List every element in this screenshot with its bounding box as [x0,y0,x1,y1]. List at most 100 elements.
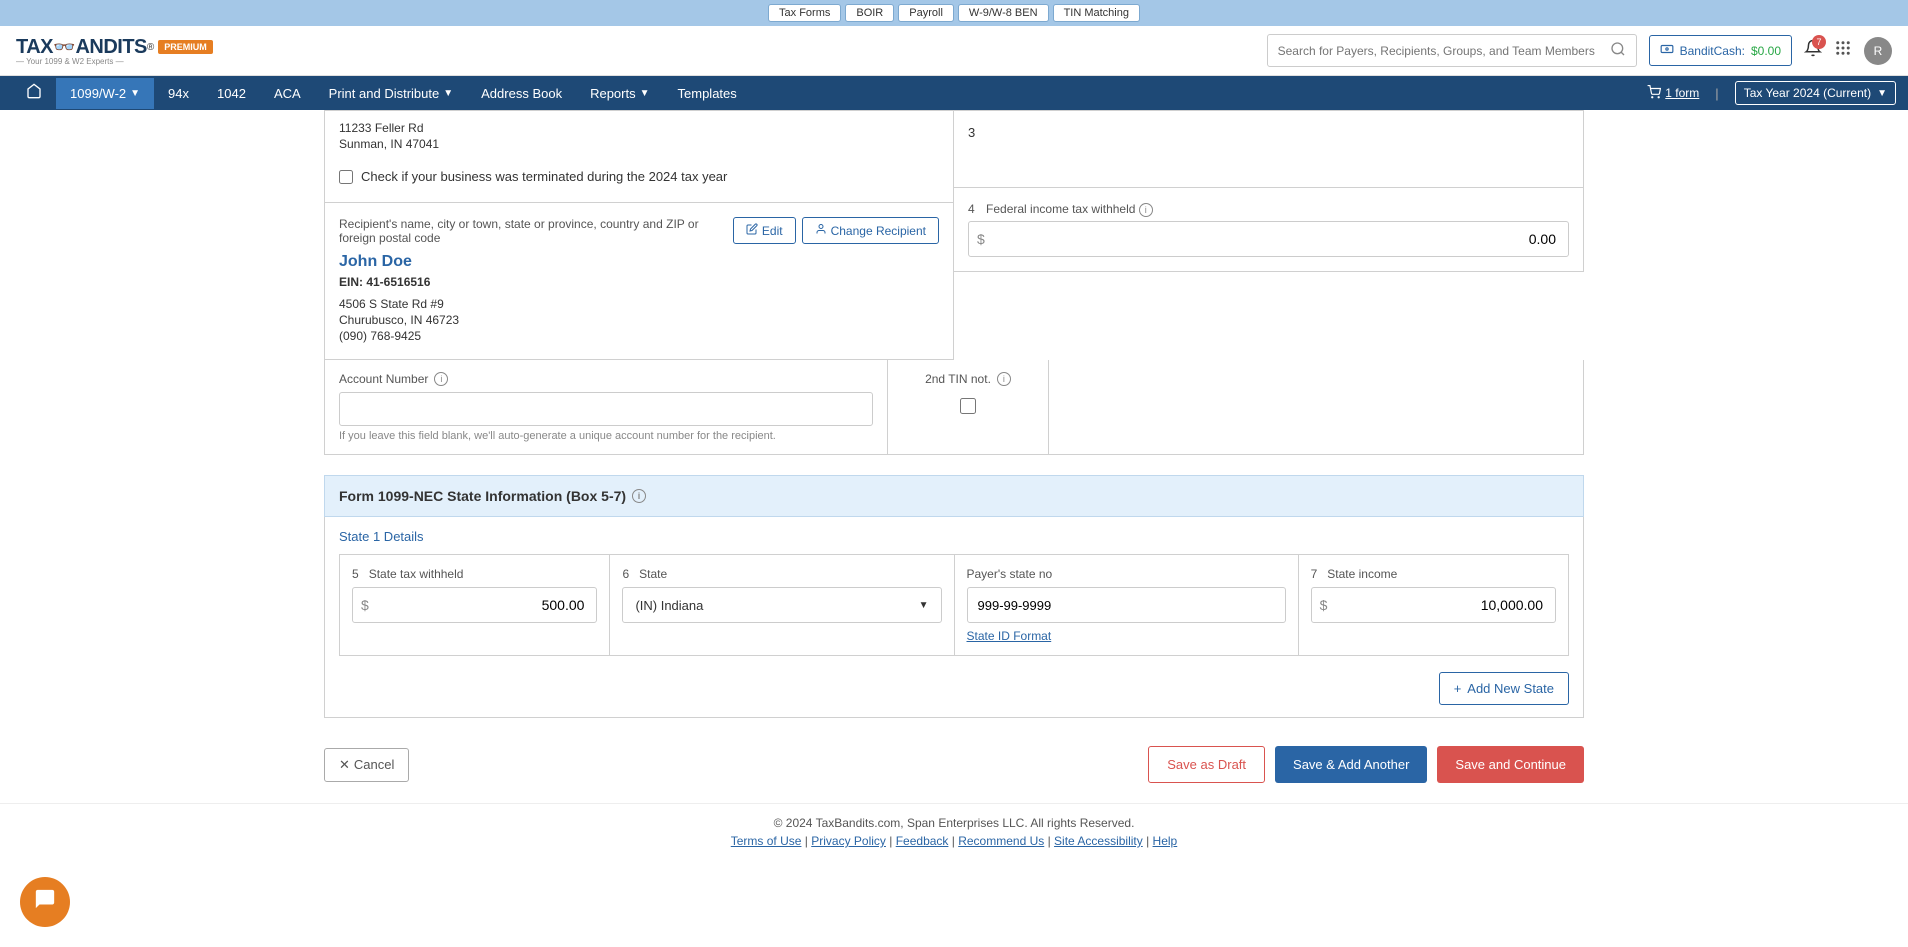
tax-year-select[interactable]: Tax Year 2024 (Current) ▼ [1735,81,1896,105]
footer-link-help[interactable]: Help [1153,834,1178,848]
logo-tagline: — Your 1099 & W2 Experts — [16,57,213,66]
add-state-button[interactable]: + Add New State [1439,672,1569,705]
nav-templates[interactable]: Templates [664,78,751,109]
box-3-num: 3 [968,125,975,140]
nav-1099-w2[interactable]: 1099/W-2 ▼ [56,78,154,109]
footer-link-recommend[interactable]: Recommend Us [958,834,1044,848]
info-icon[interactable]: i [632,489,646,503]
payer-address1: 11233 Feller Rd [339,121,939,135]
box-4: 4 Federal income tax withheld i $ [954,188,1584,272]
state-select[interactable]: (IN) Indiana ▼ [622,587,941,623]
payer-info: 11233 Feller Rd Sunman, IN 47041 Check i… [324,110,954,203]
footer-link-privacy[interactable]: Privacy Policy [811,834,886,848]
bandit-cash-button[interactable]: BanditCash: $0.00 [1649,35,1792,66]
home-icon [26,83,42,104]
change-recipient-button[interactable]: Change Recipient [802,217,939,244]
apps-icon[interactable] [1834,39,1852,62]
save-draft-button[interactable]: Save as Draft [1148,746,1265,783]
state-section-header: Form 1099-NEC State Information (Box 5-7… [324,475,1584,517]
recipient-name: John Doe [339,253,939,271]
footer-link-terms[interactable]: Terms of Use [731,834,802,848]
payer-state-label: Payer's state no [967,567,1286,581]
save-continue-button[interactable]: Save and Continue [1437,746,1584,783]
recipient-address2: Churubusco, IN 46723 [339,313,939,327]
search-input-wrap [1267,34,1637,67]
state-income-input[interactable] [1335,597,1555,613]
pencil-icon [746,223,758,238]
notifications-button[interactable]: 7 [1804,39,1822,62]
info-icon[interactable]: i [434,372,448,386]
cart-icon [1647,85,1661,102]
state-tax-withheld-input[interactable] [377,597,597,613]
avatar[interactable]: R [1864,37,1892,65]
nav-print[interactable]: Print and Distribute ▼ [315,78,467,109]
tab-payroll[interactable]: Payroll [898,4,954,22]
close-icon: ✕ [339,757,350,773]
info-icon[interactable]: i [997,372,1011,386]
account-number-input[interactable] [339,392,873,426]
main-nav: 1099/W-2 ▼ 94x 1042 ACA Print and Distri… [0,76,1908,110]
box-5-label: State tax withheld [369,567,464,581]
chevron-down-icon: ▼ [640,88,650,99]
payer-state-no-input[interactable] [967,587,1286,623]
nav-home[interactable] [12,75,56,112]
footer-link-feedback[interactable]: Feedback [896,834,949,848]
tab-boir[interactable]: BOIR [845,4,894,22]
plus-icon: + [1454,681,1462,696]
state-id-format-link[interactable]: State ID Format [967,629,1052,643]
box-7-num: 7 [1311,567,1318,581]
box-3: 3 [954,110,1584,188]
account-number-label: Account Number [339,372,428,386]
footer-link-accessibility[interactable]: Site Accessibility [1054,834,1143,848]
chat-icon [34,888,56,916]
top-tab-bar: Tax Forms BOIR Payroll W-9/W-8 BEN TIN M… [0,0,1908,26]
recipient-ein: EIN: 41-6516516 [339,275,939,289]
box-5-num: 5 [352,567,359,581]
nav-aca[interactable]: ACA [260,78,315,109]
second-tin-checkbox[interactable] [960,398,976,414]
edit-recipient-button[interactable]: Edit [733,217,796,244]
nav-1042[interactable]: 1042 [203,78,260,109]
nav-94x[interactable]: 94x [154,78,203,109]
nav-address-book[interactable]: Address Book [467,78,576,109]
dollar-icon: $ [1312,597,1336,613]
copyright-text: © 2024 TaxBandits.com, Span Enterprises … [0,816,1908,830]
save-add-another-button[interactable]: Save & Add Another [1275,746,1427,783]
header-bar: TAX👓ANDITS® PREMIUM — Your 1099 & W2 Exp… [0,26,1908,76]
box-6-label: State [639,567,667,581]
state-1-title: State 1 Details [339,529,1569,544]
terminated-checkbox[interactable] [339,170,353,184]
info-icon[interactable]: i [1139,203,1153,217]
chat-button[interactable] [20,877,70,927]
recipient-info: Edit Change Recipient Recipient's name, … [324,203,954,360]
chevron-down-icon: ▼ [919,600,929,611]
cancel-button[interactable]: ✕ Cancel [324,748,409,782]
footer: © 2024 TaxBandits.com, Span Enterprises … [0,803,1908,868]
tab-tin[interactable]: TIN Matching [1053,4,1140,22]
federal-tax-input[interactable] [993,231,1568,247]
premium-badge: PREMIUM [158,40,213,54]
payer-address2: Sunman, IN 47041 [339,137,939,151]
recipient-phone: (090) 768-9425 [339,329,939,343]
cash-icon [1660,42,1674,59]
box-4-num: 4 [968,202,975,216]
dollar-icon: $ [353,597,377,613]
bandit-cash-amount: $0.00 [1751,44,1781,58]
tab-w9w8[interactable]: W-9/W-8 BEN [958,4,1049,22]
account-help-text: If you leave this field blank, we'll aut… [339,430,873,442]
notification-badge: 7 [1812,35,1826,49]
search-input[interactable] [1278,44,1610,58]
terminated-label: Check if your business was terminated du… [361,169,727,184]
chevron-down-icon: ▼ [1877,88,1887,99]
nav-reports[interactable]: Reports ▼ [576,78,663,109]
box-7-label: State income [1327,567,1397,581]
dollar-icon: $ [969,231,993,247]
second-tin-label: 2nd TIN not. [925,372,991,386]
cart-link[interactable]: 1 form [1647,85,1699,102]
bandit-cash-label: BanditCash: [1680,44,1745,58]
chevron-down-icon: ▼ [130,88,140,99]
search-icon[interactable] [1610,41,1626,60]
logo[interactable]: TAX👓ANDITS® PREMIUM — Your 1099 & W2 Exp… [16,36,213,66]
box-6-num: 6 [622,567,629,581]
tab-tax-forms[interactable]: Tax Forms [768,4,841,22]
